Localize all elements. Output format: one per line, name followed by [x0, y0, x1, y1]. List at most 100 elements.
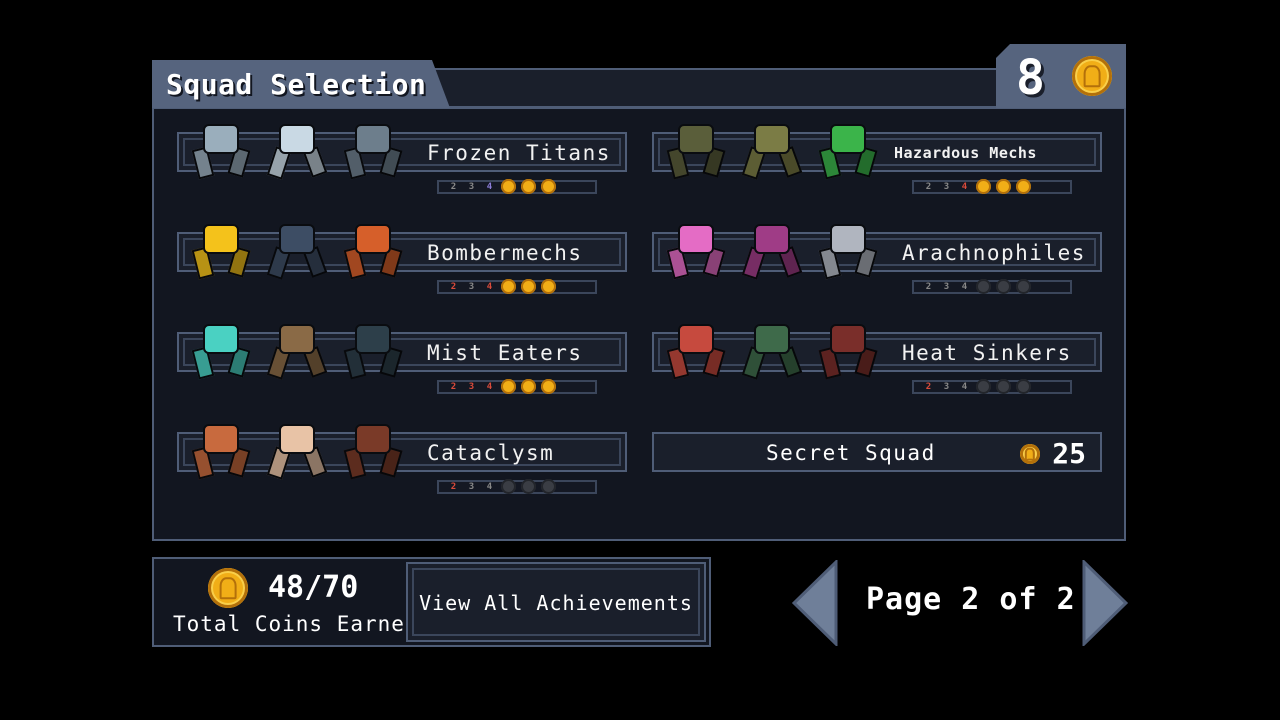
trophy-icon: 3 [943, 382, 950, 392]
mech-part [678, 224, 714, 254]
mech-sprite-icon [341, 418, 411, 484]
trophy-icon: 2 [450, 182, 457, 192]
mech-sprite-icon [265, 218, 335, 284]
mech-part [830, 224, 866, 254]
mech-sprite-icon [664, 118, 734, 184]
previous-page-arrow-icon[interactable] [792, 560, 838, 646]
mech-sprite-icon [189, 318, 259, 384]
coin-earned-icon [501, 279, 516, 294]
coin-locked-icon [996, 279, 1011, 294]
coin-earned-icon [1016, 179, 1031, 194]
mech-part [678, 324, 714, 354]
trophy-icon: 3 [943, 182, 950, 192]
mech-sprite-icon [265, 118, 335, 184]
page-title: Squad Selection [166, 67, 427, 101]
squad-name: Hazardous Mechs [894, 144, 1037, 162]
squad-mechs [664, 218, 886, 284]
trophy-icon: 2 [450, 382, 457, 392]
trophy-icon: 4 [961, 182, 968, 192]
trophy-icon: 4 [486, 382, 493, 392]
trophy-icon: 3 [468, 482, 475, 492]
mech-part [355, 124, 391, 154]
coin-locked-icon [976, 379, 991, 394]
squad-name: Heat Sinkers [902, 341, 1072, 365]
next-page-arrow-icon[interactable] [1082, 560, 1128, 646]
mech-part [279, 324, 315, 354]
squad-name: Mist Eaters [427, 341, 583, 365]
mech-sprite-icon [664, 218, 734, 284]
mech-part [830, 124, 866, 154]
trophy-icon: 4 [961, 282, 968, 292]
achievement-bar: 2 3 4 [437, 479, 597, 494]
squad-mechs [664, 318, 886, 384]
coin-locked-icon [1016, 379, 1031, 394]
mech-sprite-icon [189, 118, 259, 184]
trophy-icon: 4 [486, 282, 493, 292]
coin-locked-icon [1016, 279, 1031, 294]
trophy-icon: 2 [925, 382, 932, 392]
mech-part [754, 324, 790, 354]
coins-total-label: Total Coins Earned [173, 612, 419, 636]
achievement-bar: 2 3 4 [437, 279, 597, 294]
mech-part [279, 224, 315, 254]
mech-sprite-icon [816, 118, 886, 184]
coin-earned-icon [541, 179, 556, 194]
mech-part [355, 324, 391, 354]
squad-name: Arachnophiles [902, 241, 1086, 265]
trophy-icon: 3 [943, 282, 950, 292]
coin-earned-icon [996, 179, 1011, 194]
coin-earned-icon [521, 379, 536, 394]
coin-icon [1072, 56, 1112, 96]
squad-mechs [189, 318, 411, 384]
coin-locked-icon [976, 279, 991, 294]
mech-sprite-icon [740, 218, 810, 284]
mech-part [678, 124, 714, 154]
secret-squad-price: 25 [1052, 437, 1086, 470]
title-tab: Squad Selection [152, 60, 450, 108]
squad-mechs [189, 418, 411, 484]
mech-sprite-icon [816, 218, 886, 284]
coin-earned-icon [976, 179, 991, 194]
mech-sprite-icon [816, 318, 886, 384]
trophy-icon: 4 [486, 182, 493, 192]
page-indicator: Page 2 of 2 [866, 582, 1076, 617]
coin-icon [1020, 444, 1040, 464]
trophy-icon: 4 [486, 482, 493, 492]
mech-sprite-icon [341, 318, 411, 384]
mech-part [203, 324, 239, 354]
mech-part [279, 124, 315, 154]
trophy-icon: 2 [450, 482, 457, 492]
squad-mechs [189, 118, 411, 184]
mech-sprite-icon [189, 218, 259, 284]
trophy-icon: 3 [468, 382, 475, 392]
mech-sprite-icon [740, 118, 810, 184]
mech-part [754, 124, 790, 154]
mech-sprite-icon [189, 418, 259, 484]
coin-locked-icon [541, 479, 556, 494]
mech-part [203, 424, 239, 454]
achievement-bar: 2 3 4 [437, 379, 597, 394]
mech-sprite-icon [740, 318, 810, 384]
coin-locked-icon [996, 379, 1011, 394]
secret-squad-button[interactable]: Secret Squad 25 [652, 432, 1102, 472]
squad-name: Frozen Titans [427, 141, 611, 165]
mech-sprite-icon [341, 118, 411, 184]
coin-locked-icon [501, 479, 516, 494]
achievement-bar: 2 3 4 [912, 279, 1072, 294]
mech-part [203, 224, 239, 254]
coin-locked-icon [521, 479, 536, 494]
secret-squad-label: Secret Squad [766, 441, 936, 465]
trophy-icon: 2 [925, 282, 932, 292]
mech-part [355, 224, 391, 254]
squad-name: Bombermechs [427, 241, 583, 265]
trophy-icon: 4 [961, 382, 968, 392]
coin-earned-icon [541, 379, 556, 394]
coin-earned-icon [501, 379, 516, 394]
trophy-icon: 2 [925, 182, 932, 192]
coin-count: 8 [1016, 50, 1045, 106]
view-all-achievements-button[interactable]: View All Achievements [406, 562, 706, 642]
mech-part [754, 224, 790, 254]
mech-part [355, 424, 391, 454]
coin-earned-icon [541, 279, 556, 294]
mech-sprite-icon [664, 318, 734, 384]
